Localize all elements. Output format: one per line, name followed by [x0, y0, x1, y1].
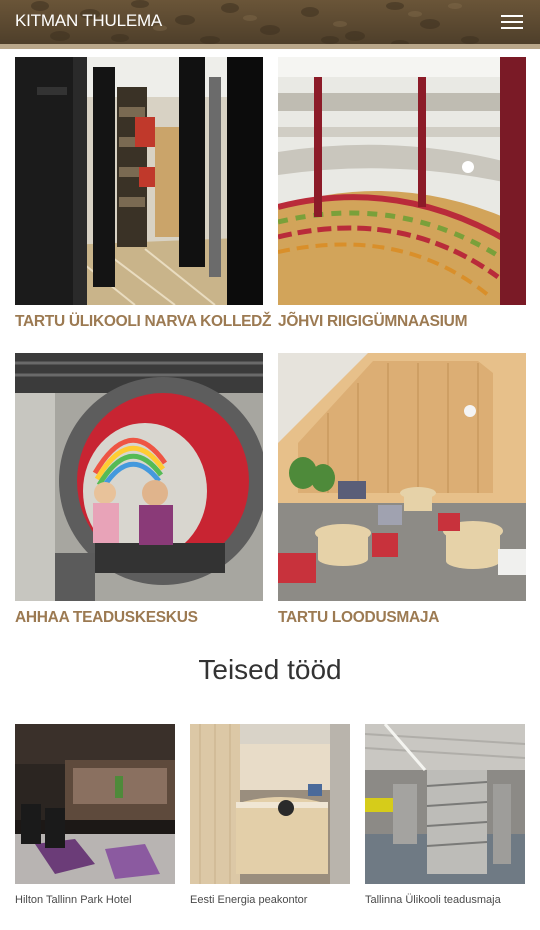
reception-desk-photo	[190, 724, 350, 884]
library-bookshelves-photo	[15, 57, 263, 305]
work-caption[interactable]: Tallinna Ülikooli teadusmaja	[365, 894, 535, 906]
work-caption[interactable]: Eesti Energia peakontor	[190, 894, 360, 906]
atrium-amphitheater-photo	[278, 57, 526, 305]
header-divider	[0, 44, 540, 49]
wooden-room-stools-photo	[278, 353, 526, 601]
site-header: KITMAN THULEMA	[0, 0, 540, 44]
metal-shelves-photo	[365, 724, 525, 884]
other-works-heading: Teised tööd	[198, 654, 342, 685]
work-caption[interactable]: Hilton Tallinn Park Hotel	[15, 894, 185, 906]
red-ring-seat-photo	[15, 353, 263, 601]
hotel-lobby-photo	[15, 724, 175, 884]
project-title[interactable]: JÕHVI RIIGIGÜMNAASIUM	[278, 313, 538, 331]
project-title[interactable]: AHHAA TEADUSKESKUS	[15, 609, 275, 627]
project-title[interactable]: TARTU ÜLIKOOLI NARVA KOLLEDŽ	[15, 313, 275, 331]
site-logo[interactable]: KITMAN THULEMA	[15, 11, 162, 31]
project-title[interactable]: TARTU LOODUSMAJA	[278, 609, 538, 627]
hamburger-menu-icon[interactable]	[501, 13, 525, 31]
